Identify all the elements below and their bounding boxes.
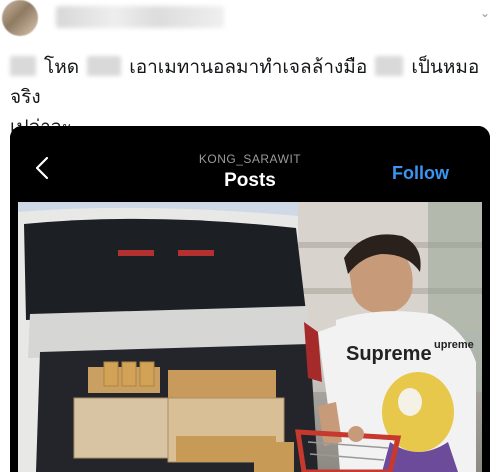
blurred-word xyxy=(87,56,122,76)
post-photo: Supreme upreme xyxy=(18,202,482,472)
instagram-header: KONG_SARAWIT Posts Follow xyxy=(10,126,490,198)
blurred-word xyxy=(10,56,36,76)
tweet-text-part: โหด xyxy=(44,56,80,78)
photo-illustration: Supreme upreme xyxy=(18,202,482,472)
tweet-text-part: เอาเมทานอลมาทำเจลล้างมือ xyxy=(129,56,368,78)
tweet-header: ⌄ xyxy=(0,0,500,42)
tweet-media-image[interactable]: KONG_SARAWIT Posts Follow Supreme upreme xyxy=(10,126,490,472)
follow-button[interactable]: Follow xyxy=(392,163,449,184)
shirt-text: Supreme xyxy=(346,343,432,365)
blurred-word xyxy=(375,56,404,76)
chevron-down-icon[interactable]: ⌄ xyxy=(478,6,492,20)
blurred-username xyxy=(56,6,224,28)
avatar[interactable] xyxy=(2,0,38,36)
sleeve-text: upreme xyxy=(434,339,474,351)
